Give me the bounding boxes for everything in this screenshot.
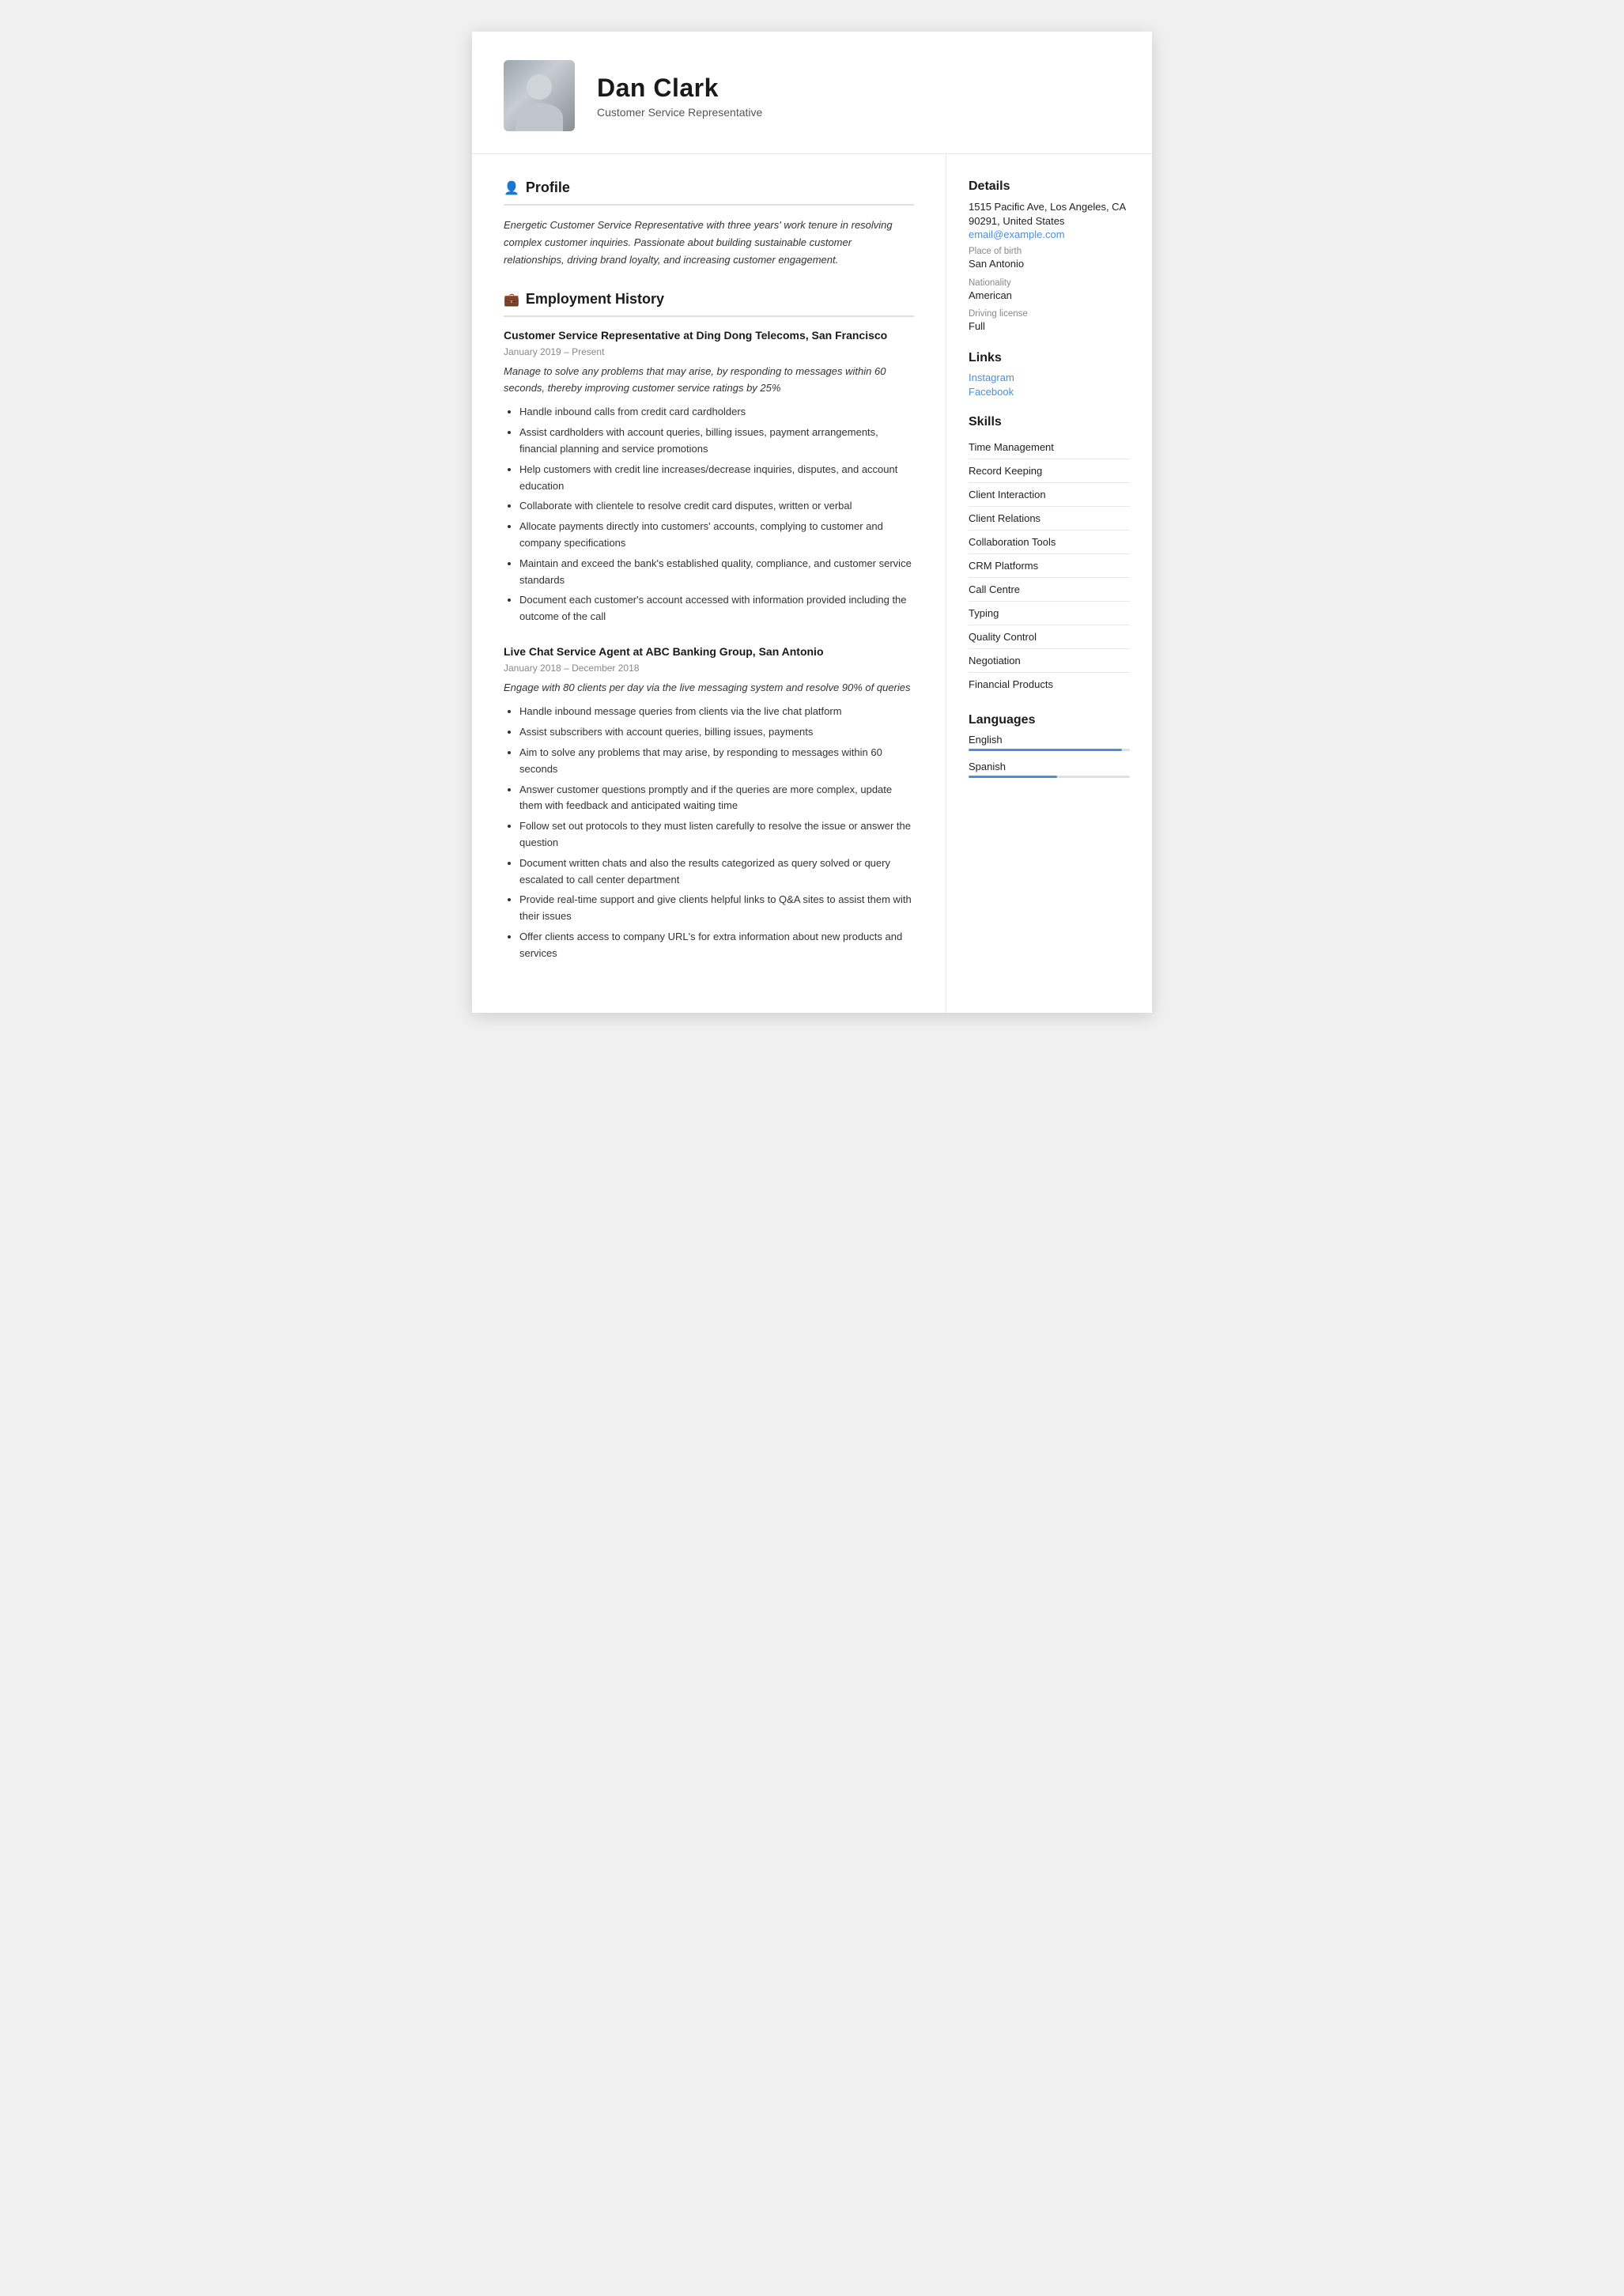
profile-icon: 👤 (504, 180, 519, 196)
resume-container: Dan Clark Customer Service Representativ… (472, 32, 1152, 1013)
employment-icon: 💼 (504, 292, 519, 308)
list-item: Document written chats and also the resu… (519, 855, 914, 889)
skill-item: Client Relations (969, 507, 1130, 531)
language-spanish-bar-bg (969, 776, 1130, 778)
job-1: Customer Service Representative at Ding … (504, 328, 914, 625)
list-item: Maintain and exceed the bank's establish… (519, 556, 914, 589)
link-facebook[interactable]: Facebook (969, 386, 1130, 398)
skill-item: Financial Products (969, 673, 1130, 696)
skill-item: Call Centre (969, 578, 1130, 602)
candidate-name: Dan Clark (597, 74, 1120, 103)
profile-section: 👤 Profile Energetic Customer Service Rep… (504, 179, 914, 269)
place-of-birth-value: San Antonio (969, 257, 1130, 271)
language-spanish-name: Spanish (969, 761, 1130, 772)
language-spanish: Spanish (969, 761, 1130, 778)
language-english-name: English (969, 734, 1130, 746)
skills-title: Skills (969, 415, 1130, 429)
skill-item: Negotiation (969, 649, 1130, 673)
profile-text: Energetic Customer Service Representativ… (504, 217, 914, 269)
list-item: Document each customer's account accesse… (519, 592, 914, 625)
skill-item: Collaboration Tools (969, 531, 1130, 554)
job-1-bullets: Handle inbound calls from credit card ca… (504, 404, 914, 625)
language-english: English (969, 734, 1130, 751)
list-item: Allocate payments directly into customer… (519, 519, 914, 552)
list-item: Provide real-time support and give clien… (519, 892, 914, 925)
profile-divider (504, 204, 914, 206)
job-1-summary: Manage to solve any problems that may ar… (504, 364, 914, 397)
links-title: Links (969, 351, 1130, 365)
skill-item: Time Management (969, 436, 1130, 459)
driving-license-value: Full (969, 319, 1130, 334)
job-2-title: Live Chat Service Agent at ABC Banking G… (504, 644, 914, 660)
skill-item: Quality Control (969, 625, 1130, 649)
avatar (504, 60, 575, 131)
driving-license-label: Driving license (969, 309, 1130, 319)
list-item: Handle inbound calls from credit card ca… (519, 404, 914, 421)
list-item: Offer clients access to company URL's fo… (519, 929, 914, 962)
candidate-title: Customer Service Representative (597, 106, 1120, 119)
employment-section-title: 💼 Employment History (504, 291, 914, 308)
details-section: Details 1515 Pacific Ave, Los Angeles, C… (969, 179, 1130, 334)
list-item: Assist subscribers with account queries,… (519, 724, 914, 741)
skill-item: Client Interaction (969, 483, 1130, 507)
place-of-birth-label: Place of birth (969, 247, 1130, 256)
language-english-bar-fill (969, 749, 1122, 751)
skill-item: Typing (969, 602, 1130, 625)
skill-item: CRM Platforms (969, 554, 1130, 578)
skills-section: Skills Time Management Record Keeping Cl… (969, 415, 1130, 696)
details-address: 1515 Pacific Ave, Los Angeles, CA 90291,… (969, 200, 1130, 228)
nationality-value: American (969, 289, 1130, 303)
job-2: Live Chat Service Agent at ABC Banking G… (504, 644, 914, 962)
job-2-dates: January 2018 – December 2018 (504, 663, 914, 674)
list-item: Aim to solve any problems that may arise… (519, 745, 914, 778)
language-spanish-bar-fill (969, 776, 1057, 778)
skill-item: Record Keeping (969, 459, 1130, 483)
list-item: Assist cardholders with account queries,… (519, 425, 914, 458)
employment-section: 💼 Employment History Customer Service Re… (504, 291, 914, 961)
languages-title: Languages (969, 713, 1130, 727)
list-item: Answer customer questions promptly and i… (519, 782, 914, 815)
links-section: Links Instagram Facebook (969, 351, 1130, 398)
profile-section-title: 👤 Profile (504, 179, 914, 196)
list-item: Follow set out protocols to they must li… (519, 818, 914, 852)
job-2-summary: Engage with 80 clients per day via the l… (504, 680, 914, 697)
language-english-bar-bg (969, 749, 1130, 751)
nationality-label: Nationality (969, 278, 1130, 288)
list-item: Handle inbound message queries from clie… (519, 704, 914, 720)
languages-section: Languages English Spanish (969, 713, 1130, 778)
job-1-dates: January 2019 – Present (504, 346, 914, 357)
header: Dan Clark Customer Service Representativ… (472, 32, 1152, 154)
details-email[interactable]: email@example.com (969, 228, 1130, 240)
right-column: Details 1515 Pacific Ave, Los Angeles, C… (946, 154, 1152, 1013)
list-item: Help customers with credit line increase… (519, 462, 914, 495)
left-column: 👤 Profile Energetic Customer Service Rep… (472, 154, 946, 1013)
job-1-title: Customer Service Representative at Ding … (504, 328, 914, 344)
header-info: Dan Clark Customer Service Representativ… (597, 74, 1120, 119)
link-instagram[interactable]: Instagram (969, 372, 1130, 383)
details-title: Details (969, 179, 1130, 194)
job-2-bullets: Handle inbound message queries from clie… (504, 704, 914, 961)
main-content: 👤 Profile Energetic Customer Service Rep… (472, 154, 1152, 1013)
employment-divider (504, 315, 914, 317)
list-item: Collaborate with clientele to resolve cr… (519, 498, 914, 515)
